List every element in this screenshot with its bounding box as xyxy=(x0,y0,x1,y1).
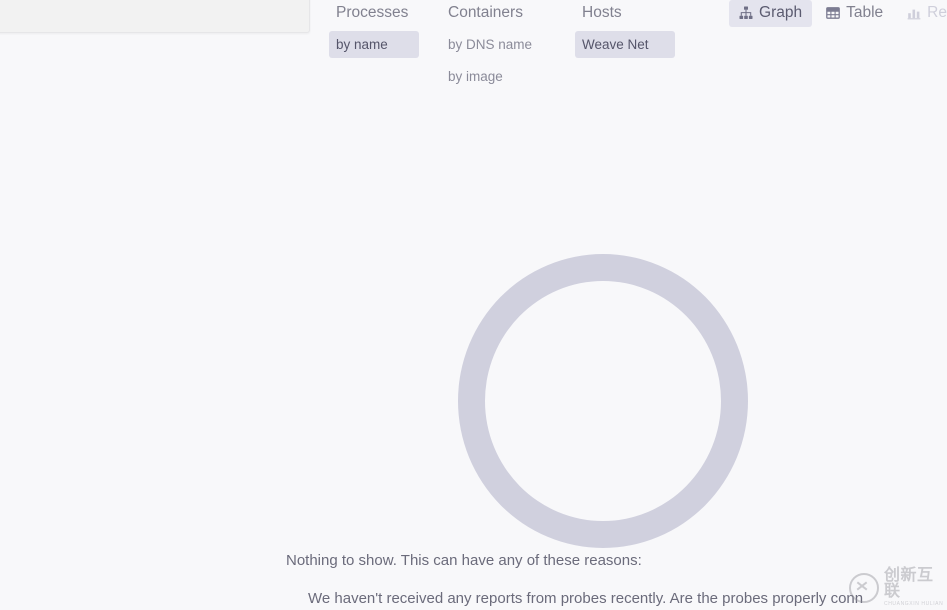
view-mode-graph-button[interactable]: Graph xyxy=(729,0,813,27)
topology-selector: Processes by name Containers by DNS name… xyxy=(329,0,675,90)
resources-bars-icon xyxy=(907,6,921,20)
topology-subitem-containers-by-image[interactable]: by image xyxy=(441,63,553,90)
view-mode-selector: Graph Table Re xyxy=(729,0,947,27)
empty-state-message: Nothing to show. This can have any of th… xyxy=(286,550,906,610)
watermark-text: 创新互联 CHUANGXIN HULIAN xyxy=(884,568,947,607)
topology-column-containers: Containers by DNS name by image xyxy=(441,0,553,90)
loading-ring-icon xyxy=(458,254,748,548)
topology-subitem-containers-by-dns-name[interactable]: by DNS name xyxy=(441,31,553,58)
watermark-chinese-text: 创新互联 xyxy=(884,567,934,600)
topology-subitem-processes-by-name[interactable]: by name xyxy=(329,31,419,58)
view-mode-graph-label: Graph xyxy=(759,4,803,21)
table-grid-icon xyxy=(826,6,840,20)
topology-column-processes: Processes by name xyxy=(329,0,419,58)
topleft-partial-panel xyxy=(0,0,310,33)
empty-state-heading: Nothing to show. This can have any of th… xyxy=(286,552,642,569)
topology-item-processes[interactable]: Processes xyxy=(329,0,419,26)
view-mode-resources-label: Re xyxy=(927,4,947,21)
watermark-logo-icon xyxy=(849,572,879,603)
view-mode-table-label: Table xyxy=(846,4,884,21)
watermark: 创新互联 CHUANGXIN HULIAN xyxy=(849,568,947,607)
view-mode-table-button[interactable]: Table xyxy=(816,0,893,27)
topology-column-hosts: Hosts Weave Net xyxy=(575,0,675,58)
topology-item-containers[interactable]: Containers xyxy=(441,0,553,26)
topology-subitem-hosts-weave-net[interactable]: Weave Net xyxy=(575,31,675,58)
view-mode-resources-button[interactable]: Re xyxy=(897,0,947,27)
topology-item-hosts[interactable]: Hosts xyxy=(575,0,675,26)
graph-hierarchy-icon xyxy=(739,6,753,20)
empty-state-reason-item: We haven't received any reports from pro… xyxy=(308,588,906,610)
empty-state-reason-list: We haven't received any reports from pro… xyxy=(286,588,906,610)
